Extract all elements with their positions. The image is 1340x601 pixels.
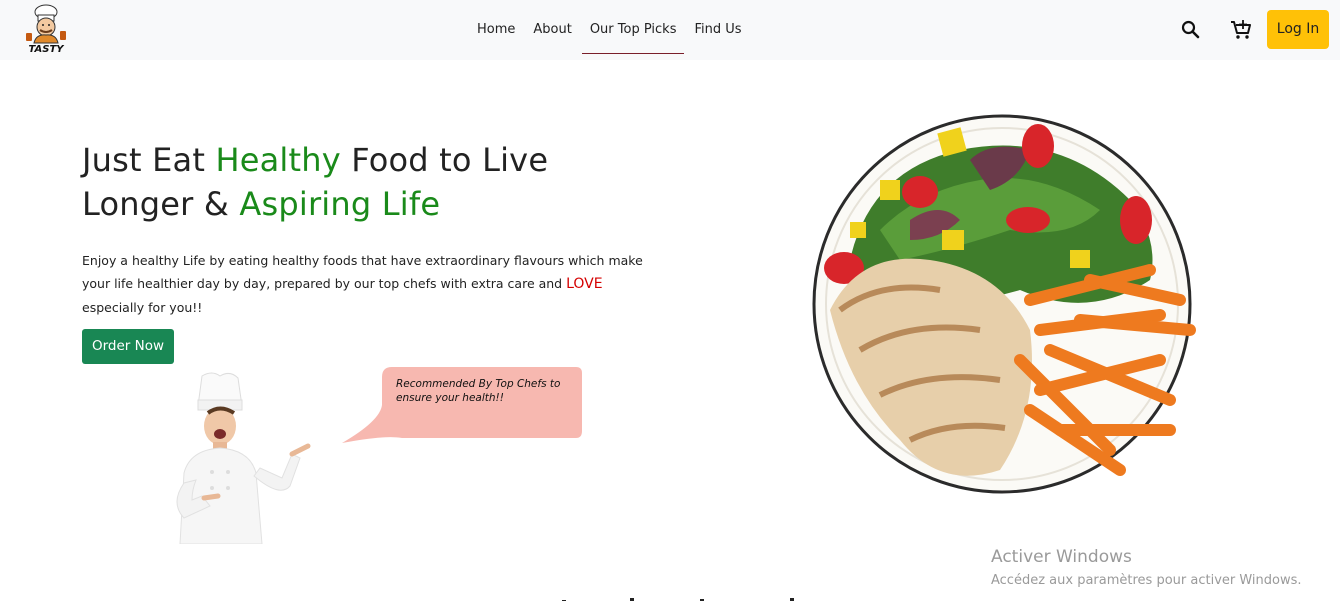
navbar: TASTY Home About Our Top Picks Find Us L… (0, 0, 1340, 60)
hero-description: Enjoy a healthy Life by eating healthy f… (82, 253, 643, 315)
cart-icon[interactable] (1229, 18, 1253, 42)
chef-illustration (140, 368, 320, 545)
speech-bubble-text: Recommended By Top Chefs to ensure your … (396, 378, 561, 404)
order-now-button[interactable]: Order Now (82, 329, 174, 364)
nav-link-about[interactable]: About (525, 6, 579, 54)
svg-text:TASTY: TASTY (28, 44, 65, 55)
windows-activation-title: Activer Windows (991, 547, 1132, 567)
search-icon[interactable] (1180, 19, 1202, 41)
next-section-heading-partial (540, 590, 820, 601)
nav-link-home[interactable]: Home (469, 6, 523, 54)
love-highlight: LOVE (566, 276, 603, 292)
nav-link-our-top-picks[interactable]: Our Top Picks (581, 6, 685, 54)
food-plate-image (790, 110, 1210, 502)
windows-activation-subtitle: Accédez aux paramètres pour activer Wind… (991, 573, 1302, 588)
hero-title: Just Eat Healthy Food to Live Longer & A… (82, 141, 549, 223)
login-button[interactable]: Log In (1267, 10, 1329, 49)
nav-link-find-us[interactable]: Find Us (686, 6, 749, 54)
brand-logo[interactable]: TASTY (22, 3, 70, 57)
nav-links: Home About Our Top Picks Find Us (468, 0, 751, 60)
